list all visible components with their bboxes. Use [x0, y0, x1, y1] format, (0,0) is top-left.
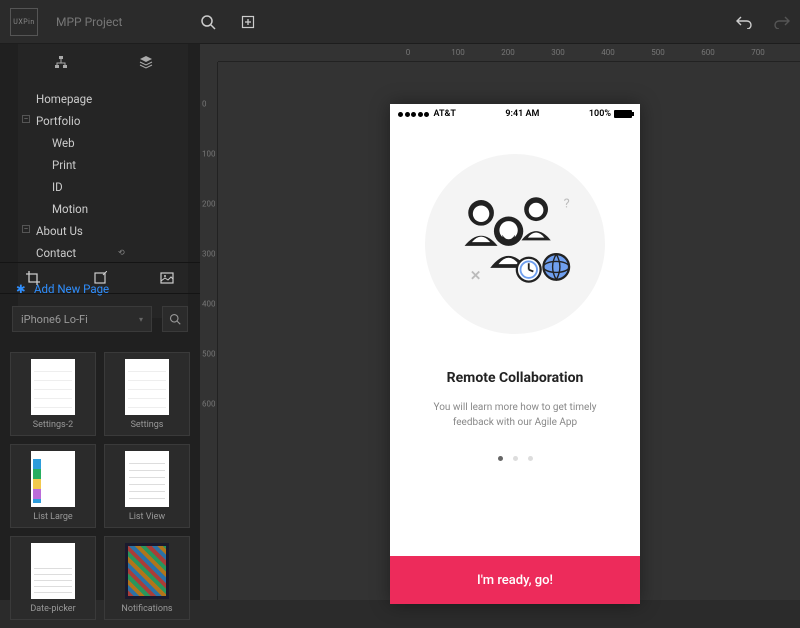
ruler-tick: 400 — [601, 48, 615, 57]
svg-text:?: ? — [564, 196, 570, 211]
signal-icon: AT&T — [398, 109, 456, 119]
pager-dot[interactable] — [528, 456, 533, 461]
hero-body: You will learn more how to get timely fe… — [434, 400, 597, 430]
ruler-tick: 0 — [202, 100, 207, 109]
pager-dot[interactable] — [513, 456, 518, 461]
ruler-tick: 300 — [551, 48, 565, 57]
page-item-label: ID — [52, 180, 63, 194]
ruler-tick: 200 — [501, 48, 515, 57]
page-item[interactable]: Homepage — [18, 88, 188, 110]
page-item[interactable]: Contact — [18, 242, 188, 264]
page-item-label: About Us — [36, 224, 83, 238]
hero-title: Remote Collaboration — [447, 370, 584, 386]
redo-icon[interactable] — [774, 15, 790, 29]
ruler-tick: 0 — [406, 48, 411, 57]
app-topbar: UXPin MPP Project — [0, 0, 800, 44]
page-list: Homepage–PortfolioWebPrintIDMotion–About… — [18, 80, 188, 272]
page-item-label: Portfolio — [36, 114, 80, 128]
phone-statusbar: AT&T 9:41 AM 100% — [390, 104, 640, 124]
library-item[interactable]: List View — [104, 444, 190, 528]
library-item[interactable]: List Large — [10, 444, 96, 528]
preset-selected: iPhone6 Lo-Fi — [21, 313, 88, 326]
left-panel: Homepage–PortfolioWebPrintIDMotion–About… — [0, 44, 200, 600]
artboard-icon — [93, 271, 107, 285]
add-element-icon[interactable] — [240, 14, 256, 30]
carrier-label: AT&T — [434, 109, 456, 119]
clock-label: 9:41 AM — [505, 109, 539, 119]
ruler-vertical: 0 100 200 300 400 500 600 — [200, 62, 218, 600]
thumbnail-image — [31, 451, 75, 507]
tab-image[interactable] — [133, 263, 200, 293]
ruler-tick: 200 — [202, 200, 216, 209]
library-item[interactable]: Date-picker — [10, 536, 96, 620]
page-item-label: Print — [52, 158, 76, 172]
preset-search-button[interactable] — [162, 306, 188, 332]
collapse-icon[interactable]: – — [22, 225, 30, 233]
page-item[interactable]: Print — [18, 154, 188, 176]
thumbnail-image — [125, 359, 169, 415]
battery-icon: 100% — [589, 109, 632, 119]
collapse-icon[interactable]: – — [22, 115, 30, 123]
cta-button[interactable]: I'm ready, go! — [390, 556, 640, 604]
tab-sitemap[interactable] — [18, 44, 103, 80]
artboard-phone[interactable]: AT&T 9:41 AM 100% ? — [390, 104, 640, 604]
thumbnail-label: Settings-2 — [33, 420, 73, 430]
thumbnail-label: Date-picker — [30, 604, 75, 614]
thumbnail-label: List View — [129, 512, 165, 522]
page-item-label: Motion — [52, 202, 88, 216]
ruler-tick: 700 — [751, 48, 765, 57]
preset-dropdown[interactable]: iPhone6 Lo-Fi ▾ — [12, 306, 152, 332]
ruler-tick: 100 — [202, 150, 216, 159]
thumbnail-label: List Large — [33, 512, 72, 522]
hero-illustration: ? — [425, 154, 605, 334]
library-item[interactable]: Settings-2 — [10, 352, 96, 436]
thumbnail-image — [31, 543, 75, 599]
page-item-label: Contact — [36, 246, 76, 260]
thumbnail-image — [125, 451, 169, 507]
project-title[interactable]: MPP Project — [56, 15, 122, 29]
preset-row: iPhone6 Lo-Fi ▾ — [0, 300, 200, 338]
page-item[interactable]: Web — [18, 132, 188, 154]
ruler-tick: 500 — [202, 350, 216, 359]
undo-icon[interactable] — [736, 15, 752, 29]
small-indicator: ⟲ — [118, 248, 125, 257]
crop-icon — [26, 271, 40, 285]
ruler-tick: 600 — [701, 48, 715, 57]
component-library: Settings-2 Settings List Large List View Dat… — [0, 344, 200, 628]
app-logo[interactable]: UXPin — [10, 8, 38, 36]
ruler-tick: 600 — [202, 400, 216, 409]
library-item[interactable]: Notifications — [104, 536, 190, 620]
ruler-tick: 400 — [202, 300, 216, 309]
thumbnail-image — [31, 359, 75, 415]
chevron-down-icon: ▾ — [139, 315, 143, 324]
page-item[interactable]: Motion — [18, 198, 188, 220]
library-item[interactable]: Settings — [104, 352, 190, 436]
pager-dots[interactable] — [498, 456, 533, 461]
thumbnail-label: Notifications — [121, 604, 172, 614]
thumbnail-label: Settings — [131, 420, 164, 430]
tab-layers[interactable] — [103, 44, 188, 80]
tool-tabs — [0, 262, 200, 294]
page-item[interactable]: ID — [18, 176, 188, 198]
pager-dot[interactable] — [498, 456, 503, 461]
canvas[interactable]: 0 100 200 300 400 500 600 700 0 100 200 300 400 500 6… — [200, 44, 800, 600]
page-item-label: Homepage — [36, 92, 92, 106]
ruler-tick: 500 — [651, 48, 665, 57]
hero-area: ? — [390, 124, 640, 556]
ruler-tick: 100 — [451, 48, 465, 57]
page-item[interactable]: –Portfolio — [18, 110, 188, 132]
ruler-tick: 300 — [202, 250, 216, 259]
battery-pct: 100% — [589, 109, 611, 119]
tab-crop[interactable] — [0, 263, 67, 293]
page-item-label: Web — [52, 136, 75, 150]
page-item[interactable]: –About Us — [18, 220, 188, 242]
image-icon — [160, 271, 174, 285]
search-icon[interactable] — [200, 14, 216, 30]
thumbnail-image — [125, 543, 169, 599]
ruler-horizontal: 0 100 200 300 400 500 600 700 — [218, 44, 800, 62]
tab-artboard[interactable] — [67, 263, 134, 293]
layers-icon — [139, 55, 153, 69]
sitemap-icon — [54, 55, 68, 69]
